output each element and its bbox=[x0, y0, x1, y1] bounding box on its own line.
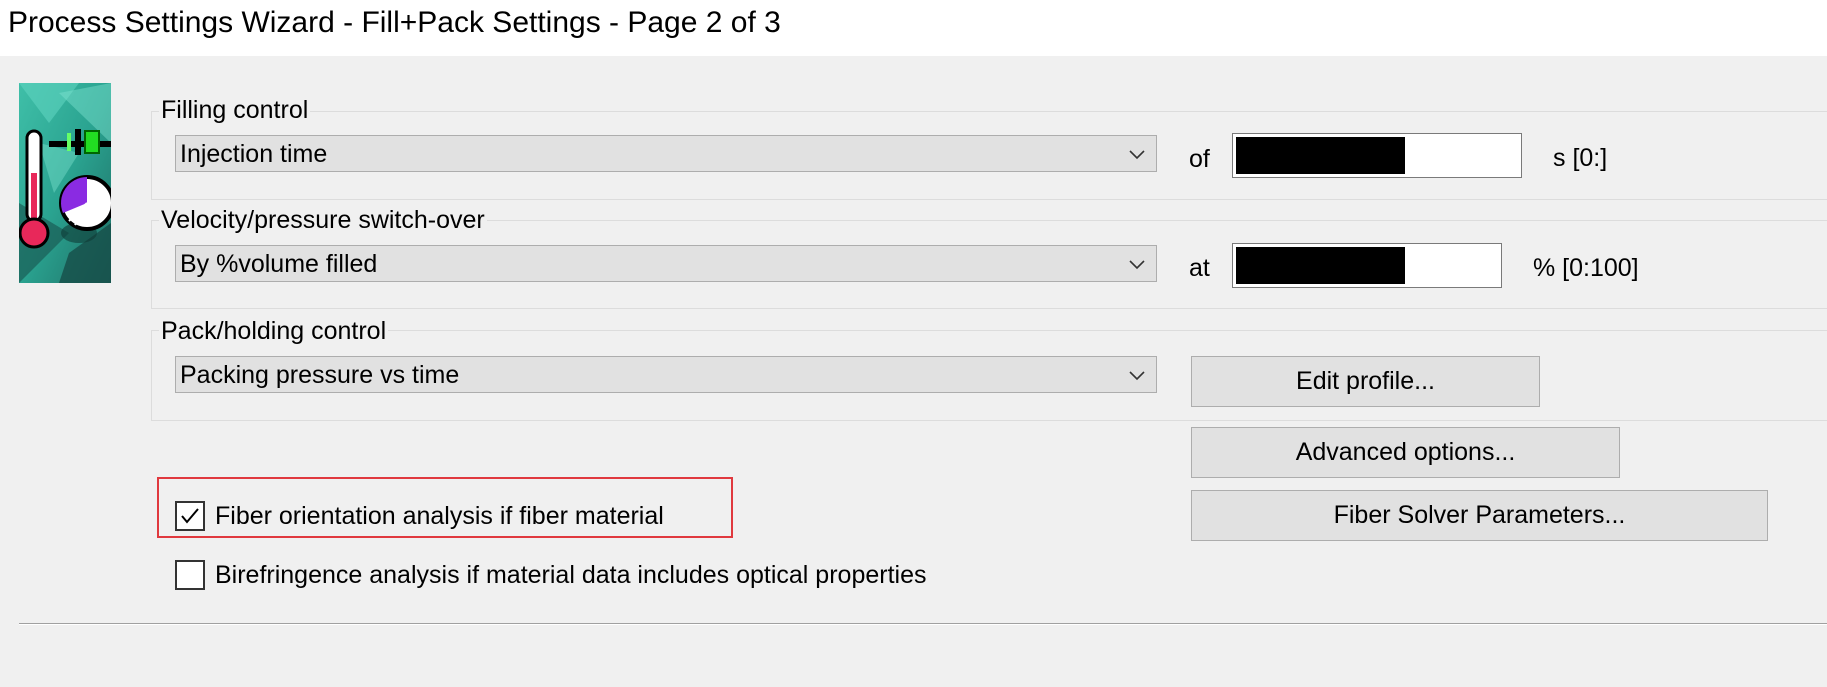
check-icon bbox=[181, 508, 199, 524]
fiber-orientation-label[interactable]: Fiber orientation analysis if fiber mate… bbox=[215, 501, 664, 531]
filling-connector-label: of bbox=[1189, 145, 1210, 173]
chevron-down-icon bbox=[1129, 260, 1145, 270]
injection-time-input[interactable] bbox=[1232, 133, 1522, 178]
switch-over-input[interactable] bbox=[1232, 243, 1502, 288]
filling-control-select[interactable]: Injection time bbox=[175, 135, 1157, 172]
window-title: Process Settings Wizard - Fill+Pack Sett… bbox=[8, 6, 781, 39]
switch-over-connector-label: at bbox=[1189, 254, 1210, 282]
filling-control-label: Filling control bbox=[159, 95, 311, 125]
advanced-options-button[interactable]: Advanced options... bbox=[1191, 427, 1620, 478]
filling-control-selected: Injection time bbox=[180, 140, 328, 168]
switch-over-unit-range: % [0:100] bbox=[1533, 254, 1639, 282]
switch-over-selected: By %volume filled bbox=[180, 250, 378, 278]
bottom-separator bbox=[19, 623, 1827, 625]
chevron-down-icon bbox=[1129, 150, 1145, 160]
switch-over-select[interactable]: By %volume filled bbox=[175, 245, 1157, 282]
edit-profile-button[interactable]: Edit profile... bbox=[1191, 356, 1540, 407]
title-bar: Process Settings Wizard - Fill+Pack Sett… bbox=[0, 0, 1827, 56]
chevron-down-icon bbox=[1129, 371, 1145, 381]
redacted-value bbox=[1236, 137, 1405, 174]
wizard-image bbox=[19, 83, 111, 283]
birefringence-label[interactable]: Birefringence analysis if material data … bbox=[215, 560, 926, 590]
pack-holding-label: Pack/holding control bbox=[159, 316, 389, 346]
switch-over-label: Velocity/pressure switch-over bbox=[159, 205, 487, 235]
birefringence-checkbox[interactable] bbox=[175, 560, 205, 590]
pack-holding-select[interactable]: Packing pressure vs time bbox=[175, 356, 1157, 393]
injection-time-unit-range: s [0:] bbox=[1553, 144, 1608, 172]
redacted-value bbox=[1236, 247, 1405, 284]
fiber-solver-parameters-button[interactable]: Fiber Solver Parameters... bbox=[1191, 490, 1768, 541]
fiber-orientation-checkbox[interactable] bbox=[175, 501, 205, 531]
pack-holding-selected: Packing pressure vs time bbox=[180, 361, 460, 389]
